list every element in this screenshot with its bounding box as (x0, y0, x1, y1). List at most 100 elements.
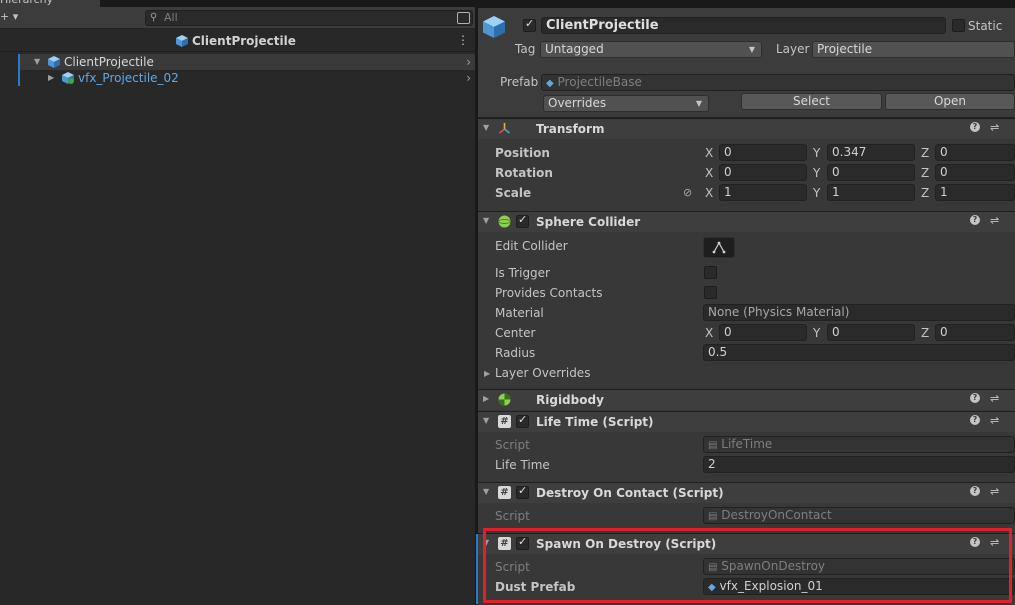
preset-settings-icon[interactable]: ⇌ (990, 536, 999, 549)
prefab-cube-icon (483, 16, 505, 38)
dust-prefab-field[interactable]: ◆ vfx_Explosion_01 (703, 578, 1015, 595)
axis-z-label: Z (921, 166, 930, 180)
prefab-label: Prefab (500, 75, 539, 89)
overrides-dropdown[interactable]: Overrides ▼ (543, 95, 709, 112)
static-checkbox[interactable] (952, 19, 965, 32)
rigidbody-title: Rigidbody (536, 393, 604, 407)
active-checkbox[interactable] (523, 17, 536, 32)
scale-z-field[interactable]: 1 (935, 184, 1015, 201)
help-icon[interactable]: ? (970, 393, 980, 403)
destroy-on-contact-header[interactable]: ▼ # Destroy On Contact (Script) ? ⇌ (478, 482, 1015, 503)
prefab-asset-field[interactable]: ◆ ProjectileBase (541, 74, 1015, 91)
help-icon[interactable]: ? (970, 486, 980, 496)
script-icon: # (498, 486, 511, 499)
tab-hierarchy[interactable]: Hierarchy (0, 0, 100, 7)
hierarchy-item-label: ClientProjectile (64, 55, 154, 69)
layer-overrides-fold-icon[interactable]: ▶ (484, 369, 490, 378)
inspector-tab-bar (478, 0, 1015, 8)
spawn-on-destroy-header[interactable]: ▼ # Spawn On Destroy (Script) ? ⇌ (478, 533, 1015, 554)
selection-accent (18, 54, 20, 70)
hierarchy-search-input[interactable]: ⚲ All (145, 10, 473, 26)
fold-arrow-icon[interactable]: ▼ (483, 538, 489, 547)
prefab-scene-header: ClientProjectile ⋮ (0, 30, 475, 52)
sphere-collider-enabled-checkbox[interactable] (516, 213, 529, 228)
open-button[interactable]: Open (885, 93, 1015, 110)
rotation-z-field[interactable]: 0 (935, 164, 1015, 181)
preset-settings-icon[interactable]: ⇌ (990, 214, 999, 227)
edit-collider-button[interactable] (703, 237, 735, 258)
constrain-proportions-icon[interactable]: ⊘ (683, 186, 692, 199)
transform-header[interactable]: ▼ Transform ? ⇌ (478, 118, 1015, 139)
overrides-label: Overrides (548, 96, 607, 110)
fold-arrow-icon[interactable]: ▶ (483, 394, 489, 403)
position-z-field[interactable]: 0 (935, 144, 1015, 161)
life-time-header[interactable]: ▼ # Life Time (Script) ? ⇌ (478, 411, 1015, 432)
spawn-on-destroy-enabled-checkbox[interactable] (516, 535, 529, 550)
scene-lock-icon[interactable] (457, 12, 470, 24)
axis-z-label: Z (921, 146, 930, 160)
fold-arrow-icon[interactable]: ▼ (483, 123, 489, 132)
layer-overrides-label[interactable]: Layer Overrides (495, 366, 590, 380)
radius-field[interactable]: 0.5 (703, 344, 1015, 361)
transform-icon (499, 123, 510, 134)
preset-settings-icon[interactable]: ⇌ (990, 121, 999, 134)
destroy-on-contact-script-field[interactable]: ▤ DestroyOnContact (703, 507, 1015, 524)
prefab-cube-icon: ◆ (708, 582, 716, 593)
rotation-y-field[interactable]: 0 (827, 164, 915, 181)
tag-label: Tag (515, 42, 536, 56)
rigidbody-header[interactable]: ▶ Rigidbody ? ⇌ (478, 389, 1015, 410)
rotation-x-field[interactable]: 0 (719, 164, 807, 181)
sphere-collider-header[interactable]: ▼ Sphere Collider ? ⇌ (478, 211, 1015, 232)
collapsed-arrow-icon[interactable]: ▶ (48, 70, 54, 86)
hierarchy-item-clientprojectile[interactable]: ▼ ClientProjectile › (18, 54, 475, 70)
help-icon[interactable]: ? (970, 537, 980, 547)
spawn-on-destroy-script-field[interactable]: ▤ SpawnOnDestroy (703, 558, 1015, 575)
preset-settings-icon[interactable]: ⇌ (990, 414, 999, 427)
added-script-icon: # (498, 537, 511, 550)
material-field[interactable]: None (Physics Material) (703, 304, 1015, 321)
radius-label: Radius (495, 346, 536, 360)
dust-prefab-value: vfx_Explosion_01 (719, 579, 823, 593)
hierarchy-item-vfx-projectile[interactable]: ▶ vfx_Projectile_02 › (18, 70, 475, 86)
center-z-field[interactable]: 0 (935, 324, 1015, 341)
layer-dropdown[interactable]: Projectile (812, 41, 1015, 58)
preset-settings-icon[interactable]: ⇌ (990, 392, 999, 405)
scale-label: Scale (495, 186, 532, 200)
chevron-right-icon[interactable]: › (466, 70, 471, 86)
object-name-field[interactable]: ClientProjectile (541, 17, 946, 34)
fold-arrow-icon[interactable]: ▼ (483, 216, 489, 225)
position-label: Position (495, 146, 550, 160)
position-y-field[interactable]: 0.347 (827, 144, 915, 161)
help-icon[interactable]: ? (970, 122, 980, 132)
center-label: Center (495, 326, 536, 340)
scene-menu-icon[interactable]: ⋮ (457, 33, 469, 47)
position-x-field[interactable]: 0 (719, 144, 807, 161)
help-icon[interactable]: ? (970, 215, 980, 225)
center-x-field[interactable]: 0 (719, 324, 807, 341)
chevron-down-icon: ▼ (695, 99, 702, 108)
scale-x-field[interactable]: 1 (719, 184, 807, 201)
scale-y-field[interactable]: 1 (827, 184, 915, 201)
chevron-right-icon[interactable]: › (466, 54, 471, 70)
help-icon[interactable]: ? (970, 415, 980, 425)
material-label: Material (495, 306, 544, 320)
fold-arrow-icon[interactable]: ▼ (483, 487, 489, 496)
life-time-script-field[interactable]: ▤ LifeTime (703, 436, 1015, 453)
rigidbody-icon (498, 393, 511, 406)
override-accent-bar (476, 534, 478, 604)
destroy-on-contact-enabled-checkbox[interactable] (516, 484, 529, 499)
select-button[interactable]: Select (741, 93, 882, 110)
is-trigger-checkbox[interactable] (704, 266, 717, 279)
center-y-field[interactable]: 0 (827, 324, 915, 341)
prefab-cube-icon (176, 35, 188, 47)
life-time-field[interactable]: 2 (703, 456, 1015, 473)
provides-contacts-checkbox[interactable] (704, 286, 717, 299)
add-menu-button[interactable]: + ▾ (0, 10, 18, 23)
prefab-cube-icon: ◆ (546, 78, 554, 89)
expand-arrow-icon[interactable]: ▼ (34, 54, 40, 70)
preset-settings-icon[interactable]: ⇌ (990, 485, 999, 498)
life-time-enabled-checkbox[interactable] (516, 413, 529, 428)
prefab-added-icon (62, 72, 74, 84)
tag-dropdown[interactable]: Untagged ▼ (540, 41, 762, 58)
fold-arrow-icon[interactable]: ▼ (483, 416, 489, 425)
